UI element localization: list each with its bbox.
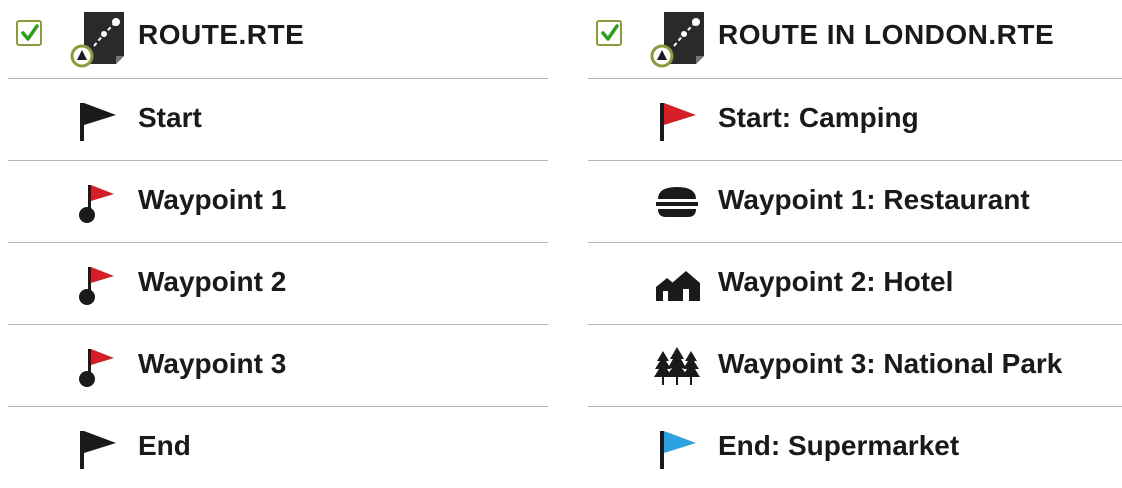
restaurant-icon (656, 187, 698, 217)
route-file-icon (650, 12, 704, 68)
waypoint-flag-icon (79, 185, 114, 223)
route-point-row[interactable]: End: Supermarket (588, 407, 1122, 488)
black-flag-icon (80, 103, 116, 141)
route-point-label: Waypoint 3: National Park (718, 348, 1063, 379)
route-header[interactable]: ROUTE IN LONDON.RTE (588, 0, 1122, 79)
route-point-label: Waypoint 1: Restaurant (718, 184, 1030, 215)
route-point-row[interactable]: Waypoint 3 (8, 325, 548, 407)
waypoint-flag-icon (79, 267, 114, 305)
black-flag-icon (80, 431, 116, 469)
red-flag-icon (660, 103, 696, 141)
route-title: ROUTE IN LONDON.RTE (718, 19, 1055, 50)
blue-flag-icon (660, 431, 696, 469)
route-point-row[interactable]: Waypoint 1 (8, 161, 548, 243)
waypoint-flag-icon (79, 349, 114, 387)
route-point-row[interactable]: Waypoint 2: Hotel (588, 243, 1122, 325)
route-point-row[interactable]: Start: Camping (588, 79, 1122, 161)
route-point-label: End: Supermarket (718, 430, 960, 461)
route-point-row[interactable]: Waypoint 2 (8, 243, 548, 325)
checkmark-icon (21, 24, 39, 41)
route-point-label: Waypoint 2: Hotel (718, 266, 954, 297)
national-park-icon (654, 347, 700, 385)
route-point-row[interactable]: Waypoint 3: National Park (588, 325, 1122, 407)
route-checkbox[interactable] (596, 20, 622, 46)
route-point-label: Waypoint 1 (138, 184, 287, 215)
route-file-icon (70, 12, 124, 68)
route-point-label: End (138, 430, 191, 461)
route-title: ROUTE.RTE (138, 19, 305, 50)
route-point-row[interactable]: End (8, 407, 548, 488)
route-point-row[interactable]: Start (8, 79, 548, 161)
route-header[interactable]: ROUTE.RTE (8, 0, 548, 79)
route-point-label: Start: Camping (718, 102, 919, 133)
route-panel-left: ROUTE.RTE Start Waypoint 1 Waypoint 2 Wa… (8, 0, 548, 481)
route-point-label: Waypoint 2 (138, 266, 287, 297)
route-panel-right: ROUTE IN LONDON.RTE Start: Camping Waypo… (588, 0, 1122, 481)
route-checkbox[interactable] (16, 20, 42, 46)
checkmark-icon (601, 24, 619, 41)
route-point-row[interactable]: Waypoint 1: Restaurant (588, 161, 1122, 243)
hotel-icon (656, 271, 700, 301)
route-point-label: Waypoint 3 (138, 348, 287, 379)
route-point-label: Start (138, 102, 202, 133)
